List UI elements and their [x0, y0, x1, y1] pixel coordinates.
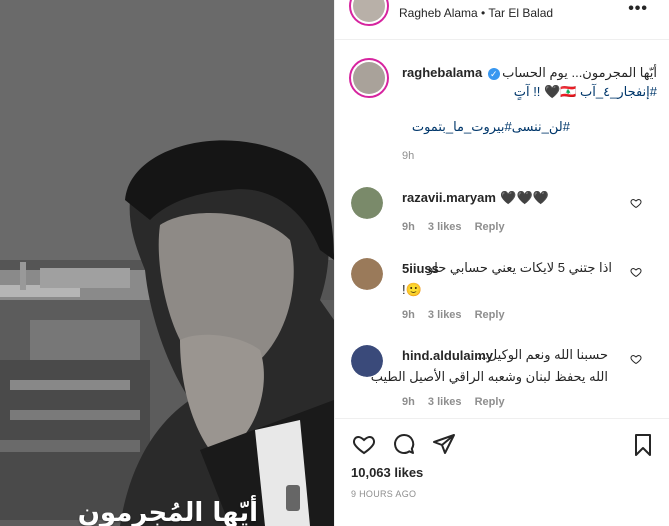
verified-badge-icon: ✓ — [487, 67, 500, 80]
comment-likes[interactable]: 3 likes — [428, 309, 462, 321]
post-details-panel: Ragheb Alama • Tar El Balad ••• raghebal… — [334, 0, 669, 526]
post-actions-bar — [335, 428, 669, 460]
comment-time: 9h — [402, 309, 415, 321]
photo-illustration — [0, 0, 334, 526]
comment-like-heart-icon[interactable] — [630, 353, 642, 365]
header-location[interactable]: Ragheb Alama • Tar El Balad — [399, 6, 553, 20]
comment-reply-button[interactable]: Reply — [475, 309, 505, 321]
caption-username[interactable]: raghebalama — [402, 65, 482, 80]
caption-avatar[interactable] — [349, 58, 389, 98]
likes-count[interactable]: 10,063 likes — [351, 465, 423, 480]
actions-divider — [335, 418, 669, 419]
comment-reply-button[interactable]: Reply — [475, 221, 505, 233]
paper-plane-icon[interactable] — [431, 432, 457, 456]
comment-like-heart-icon[interactable] — [630, 197, 642, 209]
comment-time: 9h — [402, 221, 415, 233]
comment-text: 🖤🖤🖤 — [500, 190, 549, 205]
post-image[interactable]: أيّها المُجرمون — [0, 0, 334, 526]
posted-time: 9 HOURS AGO — [351, 489, 417, 499]
caption-text-line1: أيّها المجرمون... يوم الحساب — [502, 65, 657, 80]
comment-meta: 9h 3 likes Reply — [402, 309, 515, 321]
heart-icon[interactable] — [351, 432, 377, 456]
bookmark-icon[interactable] — [631, 432, 655, 458]
comment-text-continued: الله يحفظ لبنان وشعبه الراقي الأصيل الطي… — [370, 369, 608, 384]
comment-text-continued: !🙂 — [402, 282, 422, 297]
comment-meta: 9h 3 likes Reply — [402, 396, 515, 408]
post-header: Ragheb Alama • Tar El Balad ••• — [335, 0, 669, 40]
comment-like-heart-icon[interactable] — [630, 266, 642, 278]
comment-likes[interactable]: 3 likes — [428, 396, 462, 408]
comment-meta: 9h 3 likes Reply — [402, 221, 515, 233]
caption-time: 9h — [402, 150, 415, 162]
header-avatar[interactable] — [349, 0, 389, 26]
comment-username[interactable]: razavii.maryam — [402, 190, 496, 205]
comment-text: حسبنا الله ونعم الوكيل... — [476, 347, 608, 362]
comment-avatar[interactable] — [351, 258, 383, 290]
caption-first-line: raghebalama ✓ أيّها المجرمون... يوم الحس… — [402, 65, 657, 80]
photo-overlay-text: أيّها المُجرمون — [77, 498, 258, 526]
comment-avatar[interactable] — [351, 187, 383, 219]
caption-hashtag-line[interactable]: #إنفجار_٤_آب 🇱🇧🖤 !! آتٍ — [514, 84, 657, 100]
more-options-icon[interactable]: ••• — [628, 0, 648, 18]
comment-likes[interactable]: 3 likes — [428, 221, 462, 233]
comment-bubble-icon[interactable] — [391, 432, 417, 456]
comment-reply-button[interactable]: Reply — [475, 396, 505, 408]
comment-time: 9h — [402, 396, 415, 408]
comment-text: اذا جتني 5 لايكات يعني حسابي حلو — [427, 260, 612, 275]
caption-hashtags[interactable]: #لن_ننسى#بيروت_ما_بتموت — [412, 119, 570, 135]
